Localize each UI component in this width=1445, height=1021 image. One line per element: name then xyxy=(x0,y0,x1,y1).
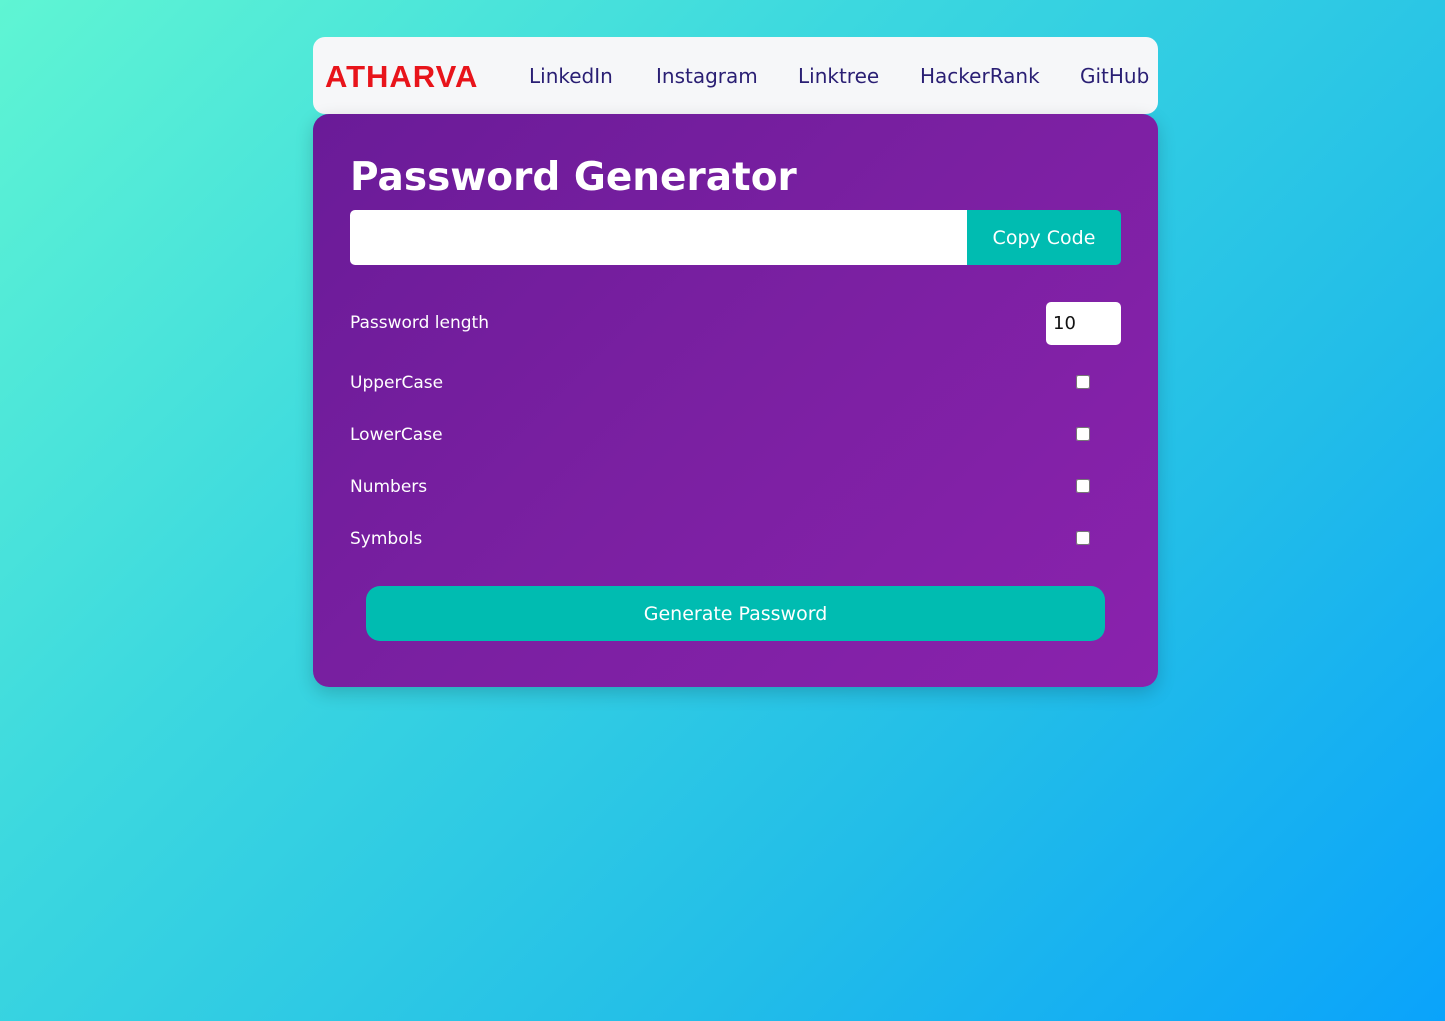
nav-link-github[interactable]: GitHub xyxy=(1080,37,1149,114)
uppercase-label: UpperCase xyxy=(350,373,444,393)
password-length-label: Password length xyxy=(350,313,489,333)
nav-link-linkedin[interactable]: LinkedIn xyxy=(529,37,613,114)
symbols-checkbox[interactable] xyxy=(1076,531,1090,545)
password-generator-card: Password Generator Copy Code Password le… xyxy=(313,114,1158,687)
generate-password-button[interactable]: Generate Password xyxy=(366,586,1105,641)
lowercase-label: LowerCase xyxy=(350,425,443,445)
nav-link-linktree[interactable]: Linktree xyxy=(798,37,879,114)
page-title: Password Generator xyxy=(350,155,797,200)
password-output-field[interactable] xyxy=(350,210,967,265)
copy-code-button[interactable]: Copy Code xyxy=(967,210,1121,265)
numbers-checkbox[interactable] xyxy=(1076,479,1090,493)
numbers-label: Numbers xyxy=(350,477,428,497)
brand-logo[interactable]: ATHARVA xyxy=(325,37,478,114)
navbar: ATHARVA LinkedIn Instagram Linktree Hack… xyxy=(313,37,1158,114)
lowercase-checkbox[interactable] xyxy=(1076,427,1090,441)
password-length-input[interactable] xyxy=(1046,302,1121,345)
uppercase-checkbox[interactable] xyxy=(1076,375,1090,389)
nav-link-instagram[interactable]: Instagram xyxy=(656,37,758,114)
symbols-label: Symbols xyxy=(350,529,423,549)
nav-link-hackerrank[interactable]: HackerRank xyxy=(920,37,1040,114)
